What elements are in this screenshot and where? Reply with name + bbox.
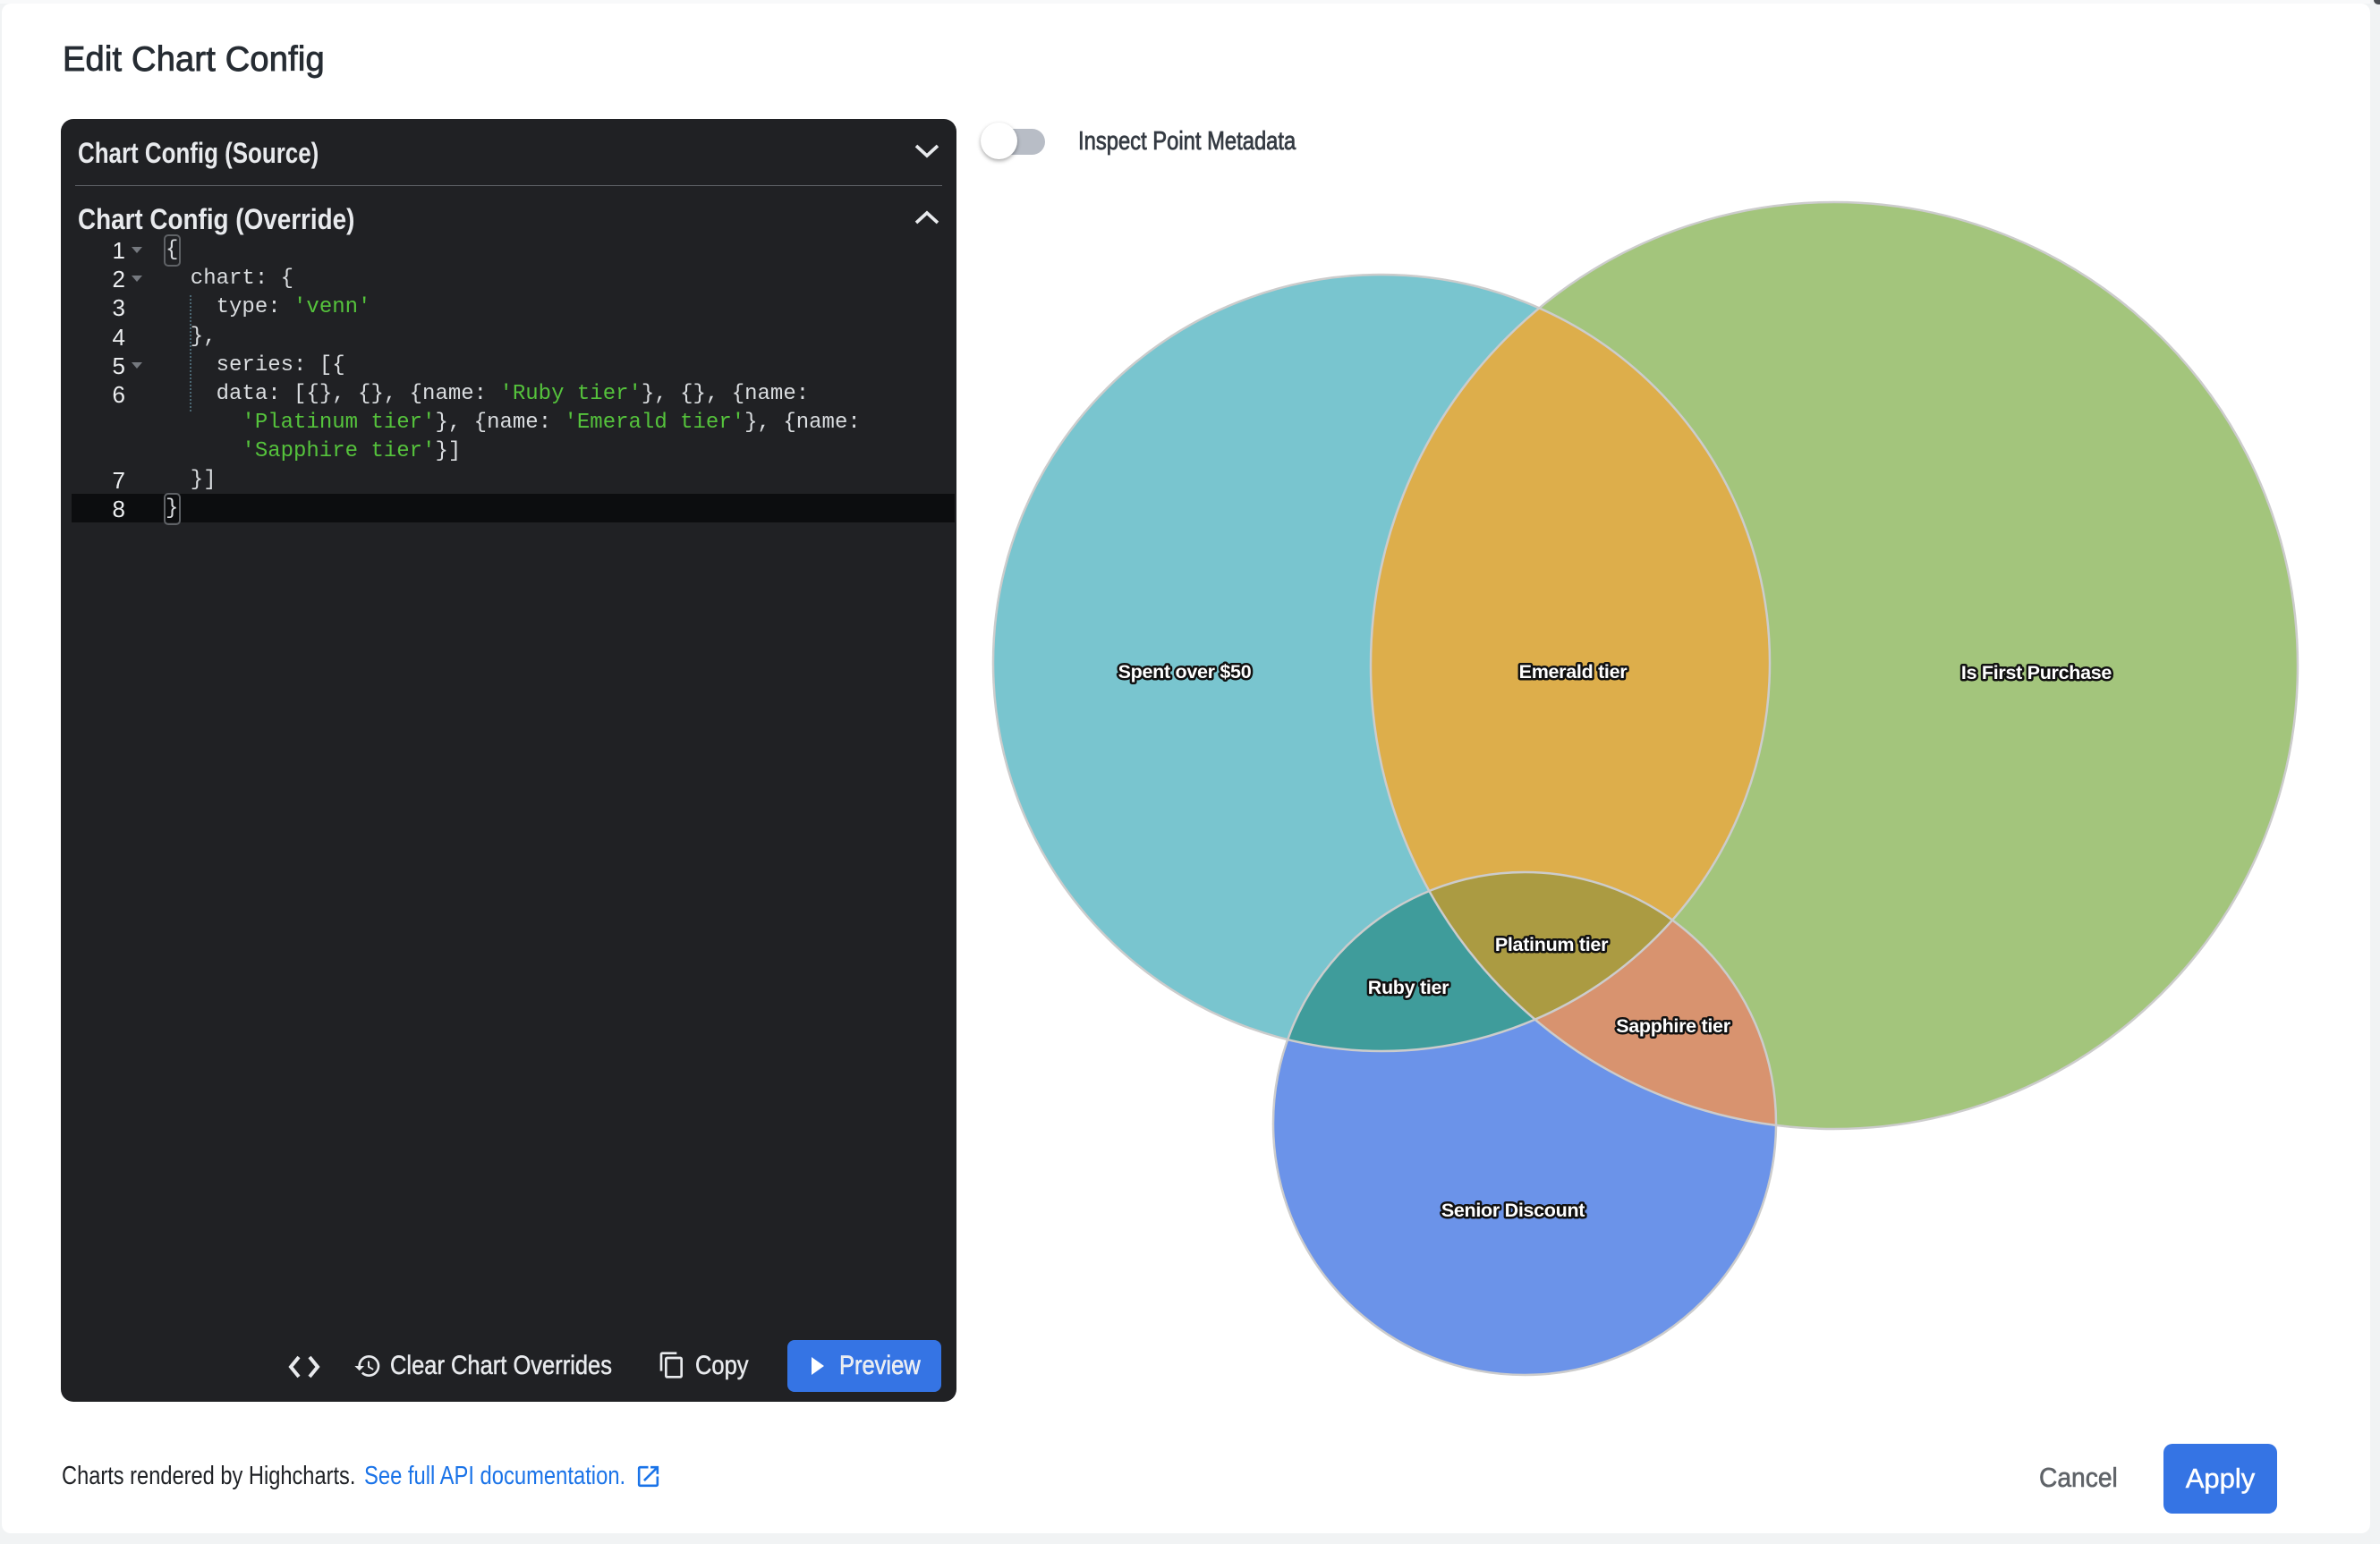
svg-text:Is First Purchase: Is First Purchase [1961, 662, 2112, 683]
svg-text:Spent over $50: Spent over $50 [1118, 661, 1252, 683]
svg-text:Senior Discount: Senior Discount [1441, 1200, 1585, 1221]
svg-text:Sapphire tier: Sapphire tier [1616, 1015, 1730, 1037]
svg-text:Platinum tier: Platinum tier [1495, 934, 1609, 955]
svg-text:Ruby tier: Ruby tier [1368, 977, 1449, 998]
svg-text:Emerald tier: Emerald tier [1519, 661, 1628, 683]
